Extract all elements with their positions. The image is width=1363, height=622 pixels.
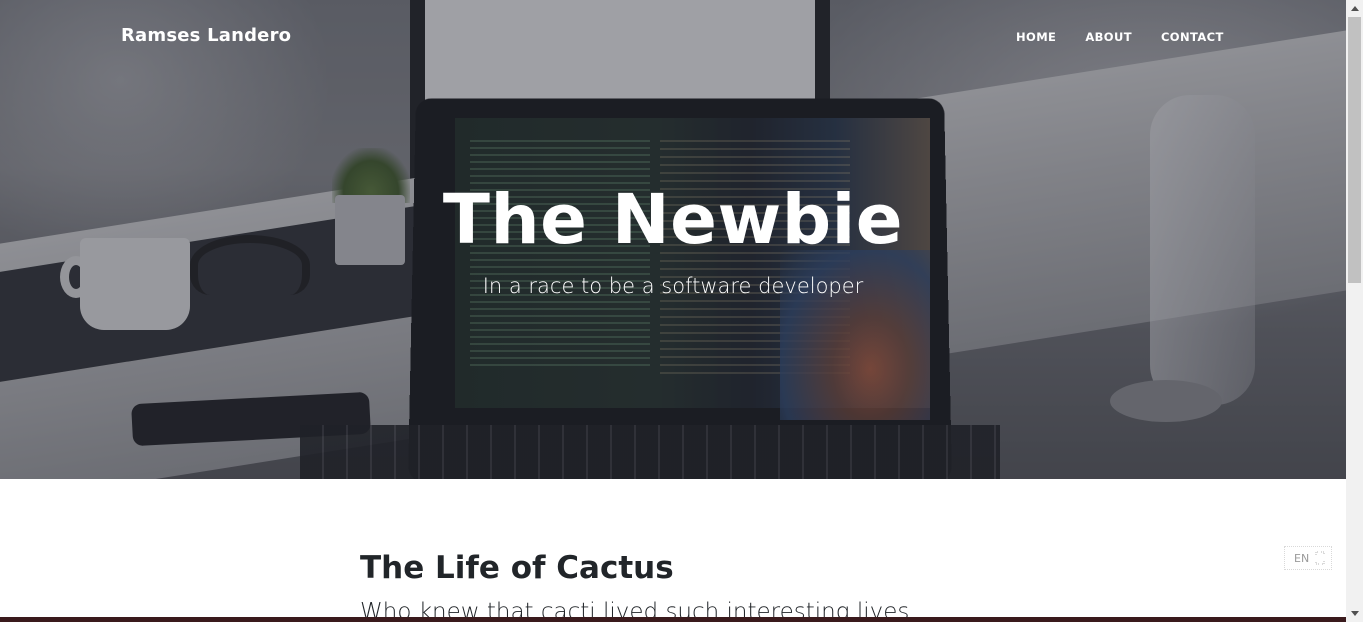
scrollbar-thumb[interactable] <box>1348 17 1361 283</box>
post-title[interactable]: The Life of Cactus <box>360 550 674 587</box>
bottom-edge-strip <box>0 617 1346 622</box>
hero-header: Ramses Landero HOME ABOUT CONTACT The Ne… <box>0 0 1346 479</box>
scroll-up-button[interactable] <box>1346 0 1363 17</box>
scroll-down-button[interactable] <box>1346 605 1363 622</box>
main-nav: HOME ABOUT CONTACT <box>1016 30 1224 44</box>
nav-contact-link[interactable]: CONTACT <box>1161 30 1224 44</box>
brand-link[interactable]: Ramses Landero <box>121 25 291 46</box>
nav-home-link[interactable]: HOME <box>1016 30 1056 44</box>
chevron-down-icon <box>1350 611 1359 616</box>
page-viewport: Ramses Landero HOME ABOUT CONTACT The Ne… <box>0 0 1346 622</box>
chevron-up-icon <box>1350 6 1359 11</box>
language-code: EN <box>1294 551 1310 565</box>
site-subtitle: In a race to be a software developer <box>482 274 864 298</box>
expand-icon[interactable] <box>1315 551 1325 565</box>
language-widget[interactable]: EN <box>1284 546 1332 570</box>
page-scrollbar[interactable] <box>1346 0 1363 622</box>
site-title: The Newbie <box>442 180 904 260</box>
nav-about-link[interactable]: ABOUT <box>1085 30 1132 44</box>
